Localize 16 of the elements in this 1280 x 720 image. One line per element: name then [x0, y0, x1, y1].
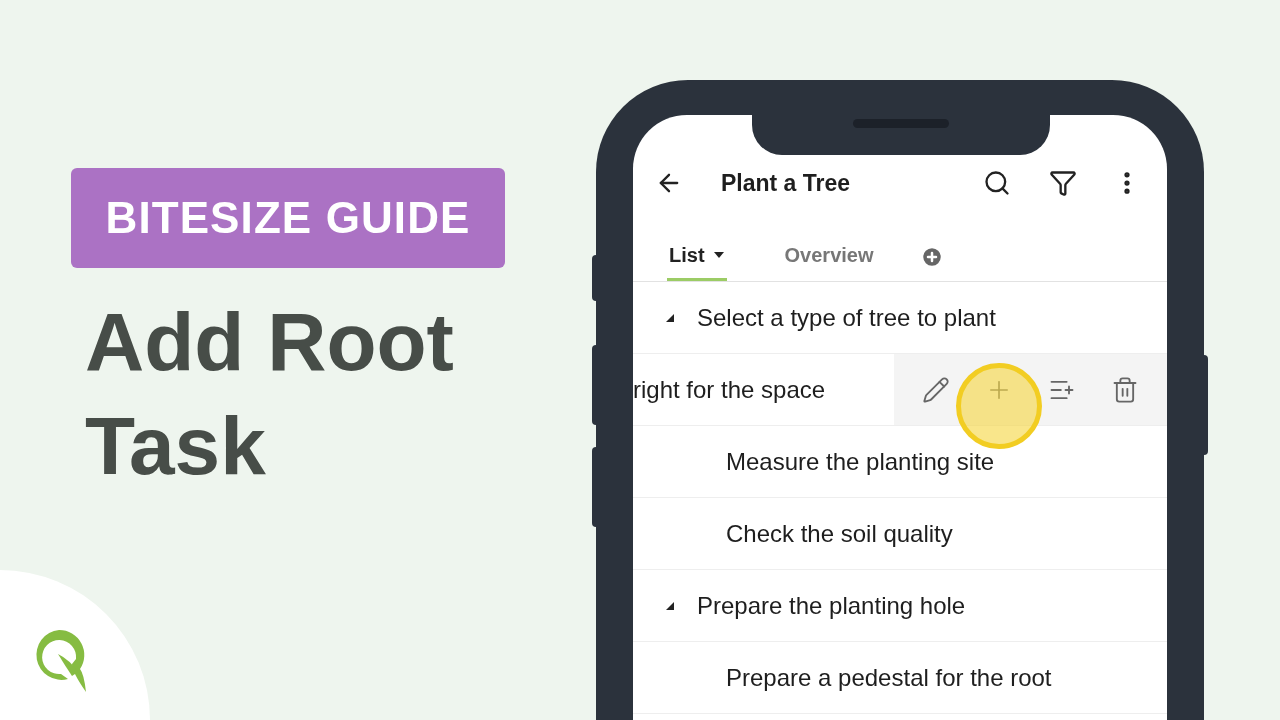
- screen-title: Plant a Tree: [721, 168, 852, 198]
- search-icon[interactable]: [983, 169, 1011, 197]
- page-heading: Add Root Task: [85, 295, 455, 493]
- task-title: right for the space: [633, 374, 827, 405]
- task-title[interactable]: Prepare a pedestal for the root: [726, 659, 1052, 696]
- guide-badge: BITESIZE GUIDE: [71, 168, 505, 268]
- collapse-icon[interactable]: [665, 312, 675, 323]
- collapse-icon[interactable]: [665, 600, 675, 611]
- view-tab[interactable]: Overview: [782, 232, 876, 281]
- task-title[interactable]: Select a type of tree to plant: [697, 299, 996, 336]
- task-title[interactable]: Check the soil quality: [726, 515, 953, 552]
- task-title[interactable]: Measure the planting site: [726, 443, 995, 480]
- pencil-icon: [921, 375, 950, 404]
- view-tab[interactable]: List: [667, 232, 727, 281]
- filter-icon[interactable]: [1049, 169, 1077, 197]
- task-title[interactable]: Prepare the planting hole: [697, 587, 966, 624]
